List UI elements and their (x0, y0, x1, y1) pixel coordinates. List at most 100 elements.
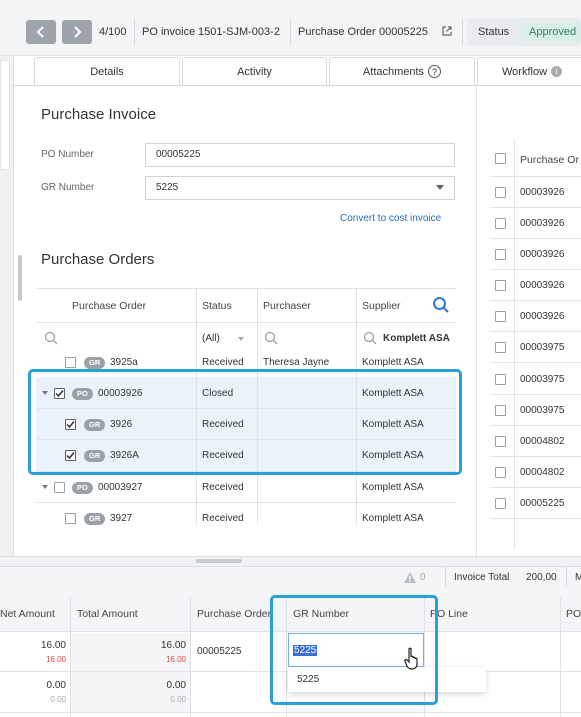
row-checkbox[interactable] (65, 357, 76, 368)
column-header-total-amount[interactable]: Total Amount (77, 608, 138, 620)
tab-details[interactable]: Details (34, 57, 180, 85)
next-record-button[interactable] (62, 20, 92, 44)
row-divider (36, 502, 456, 503)
row-status: Received (202, 482, 244, 493)
table-row[interactable]: 00003926 (490, 239, 581, 270)
purchase-order-id: 3927 (110, 513, 133, 524)
row-purchaser: Theresa Jayne (263, 357, 330, 368)
row-checkbox[interactable] (495, 280, 506, 291)
grid-header-border (36, 322, 456, 323)
invoice-total-value: 200,00 (526, 572, 557, 583)
tab-attachments[interactable]: Attachments ? (329, 57, 475, 85)
purchase-order-id: 00004802 (520, 436, 565, 447)
row-status: Received (202, 513, 244, 524)
table-row[interactable]: 00004802 (490, 426, 581, 457)
row-checkbox[interactable] (65, 513, 76, 524)
dropdown-caret-icon[interactable] (436, 185, 444, 190)
po-number-field[interactable]: 00005225 (145, 143, 455, 167)
column-header-purchase-order[interactable]: Purchase Order (72, 300, 146, 312)
divider (566, 567, 567, 587)
po-invoice-label: PO invoice (142, 26, 196, 38)
po-invoice-value: 1501-SJM-003-2 (198, 26, 280, 38)
purchase-order-id: 00003926 (520, 280, 565, 291)
row-checkbox[interactable] (495, 311, 506, 322)
row-checkbox[interactable] (495, 249, 506, 260)
filter-search-icon[interactable] (363, 331, 377, 348)
type-badge: PO (72, 482, 93, 494)
table-row[interactable]: 00003926 (490, 270, 581, 301)
gr-number-select[interactable]: 5225 (145, 176, 455, 200)
tabs-underline (14, 85, 581, 86)
tab-label: Details (90, 65, 124, 78)
net-amount: 0.00 (46, 680, 66, 691)
tab-activity[interactable]: Activity (182, 57, 327, 85)
net-amount-original: 0.00 (50, 695, 66, 704)
row-checkbox[interactable] (495, 374, 506, 385)
table-row[interactable]: 00003975 (490, 332, 581, 363)
invoice-total-label: Invoice Total (454, 572, 510, 583)
search-icon[interactable] (432, 296, 450, 317)
grid-col-divider (560, 597, 561, 717)
gr-number-value: 5225 (156, 182, 179, 193)
column-header-net-amount[interactable]: Net Amount (0, 608, 55, 620)
row-supplier: Komplett ASA (362, 513, 424, 524)
table-row[interactable]: 00004802 (490, 457, 581, 488)
purchase-order-id: 00003926 (520, 249, 565, 260)
help-icon[interactable]: ? (428, 65, 442, 78)
table-row[interactable]: 00003926 (490, 301, 581, 332)
total-amount: 0.00 (166, 680, 186, 691)
column-header-po[interactable]: PO (566, 608, 581, 620)
column-header-supplier[interactable]: Supplier (362, 300, 401, 312)
row-checkbox[interactable] (495, 467, 506, 478)
table-row[interactable]: 00003926 (490, 208, 581, 239)
supplier-filter[interactable]: Komplett ASA (383, 333, 453, 344)
row-checkbox[interactable] (495, 218, 506, 229)
summary-trailing: M (575, 572, 581, 583)
purchase-order-value: 00005225 (379, 26, 428, 38)
row-checkbox[interactable] (495, 187, 506, 198)
column-header-purchaser[interactable]: Purchaser (263, 300, 311, 312)
filter-search-icon[interactable] (264, 331, 278, 348)
drag-handle[interactable] (196, 559, 242, 563)
convert-to-cost-invoice-link[interactable]: Convert to cost invoice (340, 213, 441, 224)
external-link-icon[interactable] (441, 25, 453, 37)
gr-number-highlight (270, 595, 438, 705)
chevron-down-icon[interactable] (238, 337, 244, 341)
line-purchase-order[interactable]: 00005225 (197, 646, 242, 657)
column-header-status[interactable]: Status (202, 300, 232, 312)
row-checkbox[interactable] (495, 342, 506, 353)
total-amount-original: 16.00 (165, 655, 186, 664)
tab-workflow[interactable]: Workflow i (477, 57, 581, 85)
row-supplier: Komplett ASA (362, 357, 424, 368)
divider (462, 18, 463, 46)
type-badge: GR (84, 357, 106, 369)
table-row[interactable]: 00003926 (490, 177, 581, 208)
column-header-purchase-order[interactable]: Purchase Or (520, 154, 579, 166)
status-filter[interactable]: (All) (202, 333, 220, 344)
purchase-order-id: 00003926 (520, 187, 565, 198)
panel-splitter[interactable] (0, 556, 581, 567)
column-header-purchase-order[interactable]: Purchase Order (197, 608, 271, 620)
row-status: Received (202, 357, 244, 368)
total-amount-original: 0.00 (170, 695, 186, 704)
row-checkbox[interactable] (495, 405, 506, 416)
record-counter: 4/100 (99, 26, 127, 38)
expand-chevron-icon[interactable] (42, 485, 48, 489)
table-row[interactable]: 00005225 (490, 488, 581, 519)
previous-record-button[interactable] (26, 20, 56, 44)
filter-search-icon[interactable] (44, 331, 58, 348)
table-row[interactable]: 00003975 (490, 395, 581, 426)
purchase-order-label: Purchase Order (298, 26, 376, 38)
left-scrollbar[interactable] (18, 255, 22, 301)
purchase-order-id: 00004802 (520, 467, 565, 478)
table-row[interactable]: 00003975 (490, 364, 581, 395)
row-checkbox[interactable] (54, 482, 65, 493)
readonly-cell (71, 672, 190, 712)
select-all-checkbox[interactable] (495, 153, 506, 164)
total-amount: 16.00 (160, 640, 186, 651)
purchase-invoice-title: Purchase Invoice (41, 106, 157, 123)
type-badge: GR (84, 513, 106, 525)
selection-highlight (28, 369, 462, 475)
row-checkbox[interactable] (495, 436, 506, 447)
row-checkbox[interactable] (495, 498, 506, 509)
